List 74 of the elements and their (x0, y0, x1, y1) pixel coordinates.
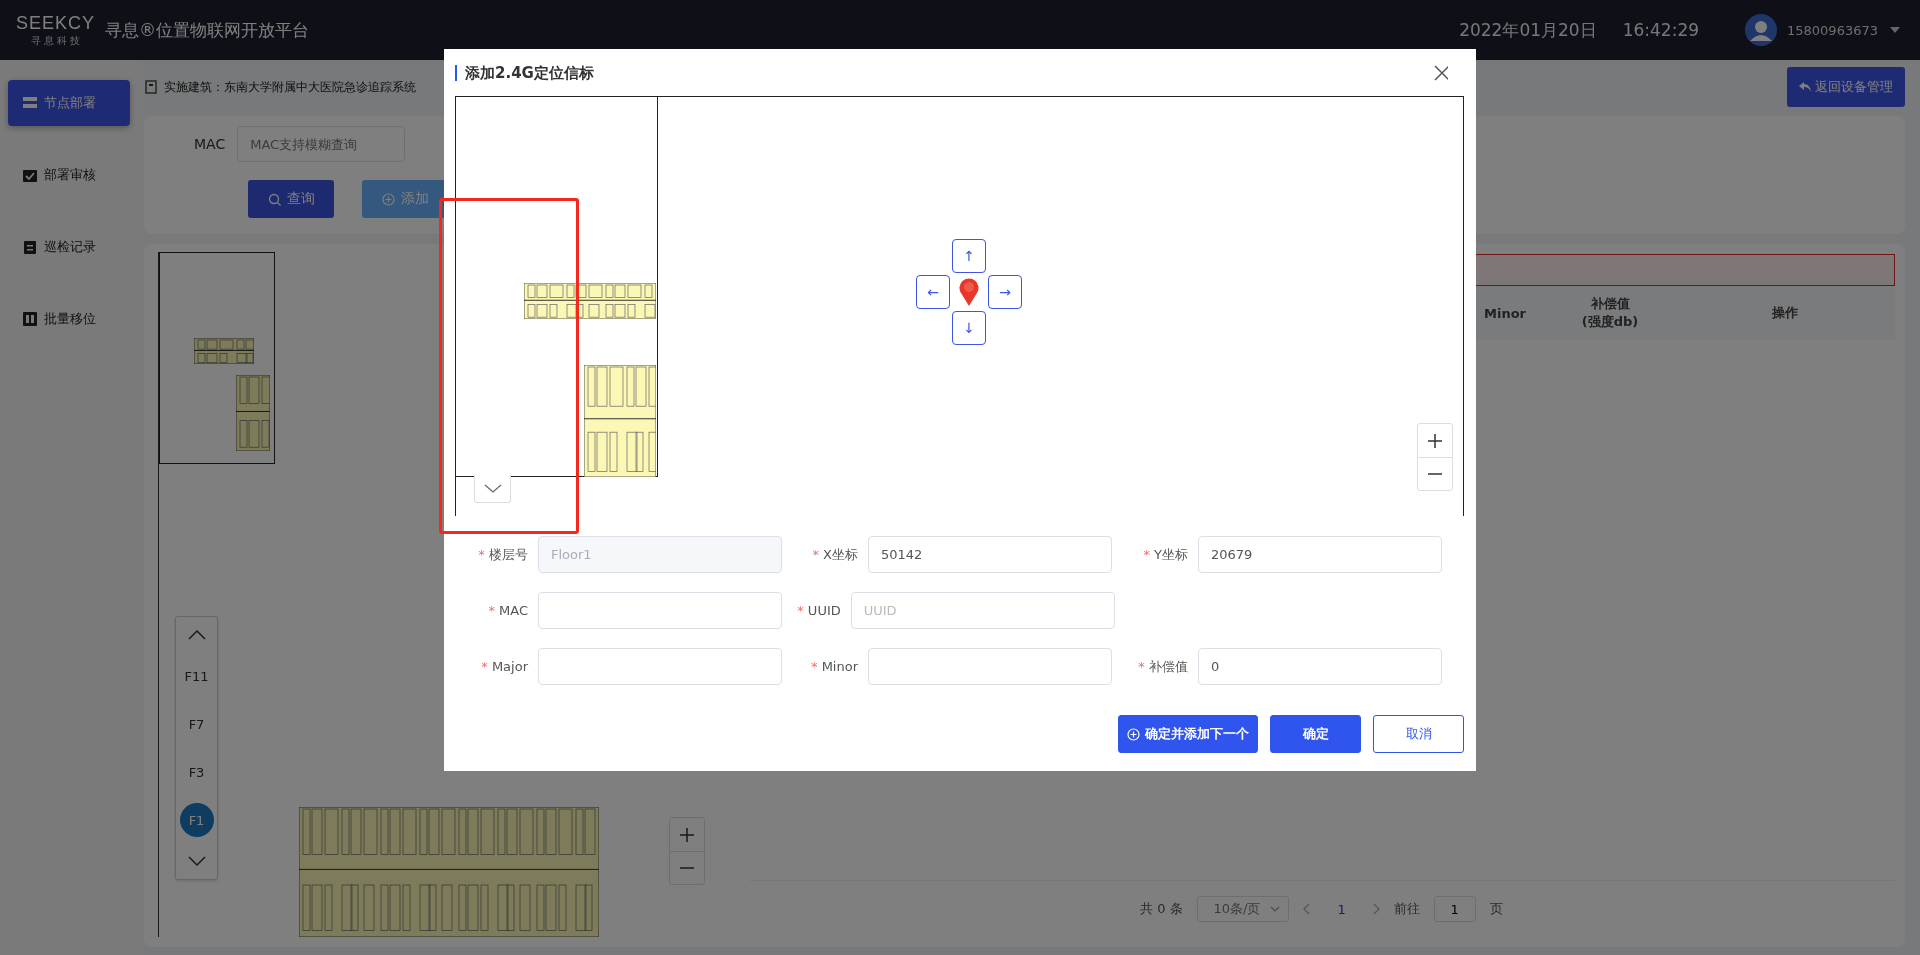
field-label: * 补偿值 (1137, 657, 1189, 676)
sidebar-item[interactable]: 节点部署 (8, 80, 130, 126)
sidebar-item[interactable]: 部署审核 (8, 152, 130, 198)
plus-icon (679, 826, 695, 843)
plus-circle-icon (381, 192, 395, 206)
floor-option[interactable]: F1 (179, 803, 214, 837)
nudge-button[interactable]: ↓ (952, 311, 986, 345)
avatar-icon (1745, 14, 1777, 46)
field-label: * 楼层号 (477, 545, 529, 564)
building-icon (144, 80, 158, 94)
chevron-right-icon (1371, 903, 1380, 915)
reply-arrow-icon (1799, 81, 1811, 93)
caret-icon (1890, 27, 1900, 33)
sidebar-item[interactable]: 巡检记录 (8, 224, 130, 270)
plus-circle-icon (1127, 727, 1140, 741)
input-field[interactable]: UUID (850, 592, 1115, 629)
date-text: 2022年01月20日 (1459, 18, 1597, 42)
back-button[interactable]: 返回设备管理 (1787, 67, 1905, 107)
building-label: 实施建筑：东南大学附属中大医院急诊追踪系统 (164, 78, 416, 96)
input-field[interactable]: 50142 (868, 536, 1112, 573)
sidebar-item[interactable]: 批量移位 (8, 296, 130, 342)
nudge-button[interactable]: ← (916, 275, 950, 309)
page-size-select[interactable]: 10条/页 (1196, 896, 1290, 922)
plus-icon (1427, 432, 1443, 449)
input-field[interactable] (868, 648, 1112, 685)
page-number[interactable]: 1 (1325, 901, 1358, 917)
column-header: 补偿值 (强度db) (1580, 295, 1640, 331)
chevron-down-icon (483, 484, 502, 493)
menu-icon (22, 239, 38, 255)
floor-plan-drawing (194, 338, 254, 364)
map-pin-icon (958, 277, 980, 307)
total-count: 共 0 条 (1140, 900, 1183, 918)
collapse-button[interactable] (474, 475, 511, 503)
input-field[interactable]: 0 (1198, 648, 1442, 685)
field-label: * Y坐标 (1142, 545, 1189, 564)
input-field[interactable] (538, 648, 782, 685)
minus-icon (1427, 473, 1443, 475)
floor-option[interactable]: F11 (179, 659, 214, 693)
page-input[interactable]: 1 (1433, 896, 1476, 922)
button[interactable]: 确定并添加下一个 (1118, 715, 1258, 753)
app-title: 寻息®位置物联网开放平台 (105, 18, 310, 42)
input-field[interactable]: 20679 (1198, 536, 1442, 573)
menu-icon (22, 167, 38, 183)
chevron-down-icon (1270, 906, 1281, 912)
mac-search-field[interactable]: MAC支持模糊查询 (237, 126, 406, 162)
minus-icon (679, 867, 695, 869)
field-label: * UUID (796, 603, 842, 618)
field-label: * X坐标 (811, 545, 859, 564)
input-field[interactable] (538, 592, 782, 629)
page-suffix: 页 (1489, 900, 1503, 918)
field-label: * Major (480, 659, 529, 674)
goto-label: 前往 (1393, 900, 1420, 918)
menu-icon (22, 311, 38, 327)
floor-option[interactable]: F3 (179, 755, 214, 789)
column-header: 操作 (1771, 304, 1799, 322)
nudge-button[interactable]: → (988, 275, 1022, 309)
button[interactable]: 确定 (1270, 715, 1361, 753)
user-name[interactable]: 15800963673 (1787, 22, 1878, 38)
button[interactable]: 查询 (248, 180, 334, 218)
dialog-title: 添加2.4G定位信标 (455, 64, 594, 81)
field-label: * MAC (487, 603, 529, 618)
logo-text: SEEKCY (16, 12, 96, 34)
field-label: * Minor (810, 659, 859, 674)
time-text: 16:42:29 (1622, 20, 1699, 40)
nudge-button[interactable]: ↑ (952, 239, 986, 273)
column-header: Minor (1483, 305, 1527, 321)
logo-subtitle: 寻 息 科 技 (30, 33, 81, 48)
floor-option[interactable]: F7 (179, 707, 214, 741)
button[interactable]: 取消 (1373, 715, 1464, 753)
field-label: MAC (194, 136, 226, 152)
menu-icon (22, 95, 38, 111)
search-icon (267, 192, 281, 206)
close-icon (1434, 64, 1448, 81)
chevron-left-icon (1303, 903, 1312, 915)
